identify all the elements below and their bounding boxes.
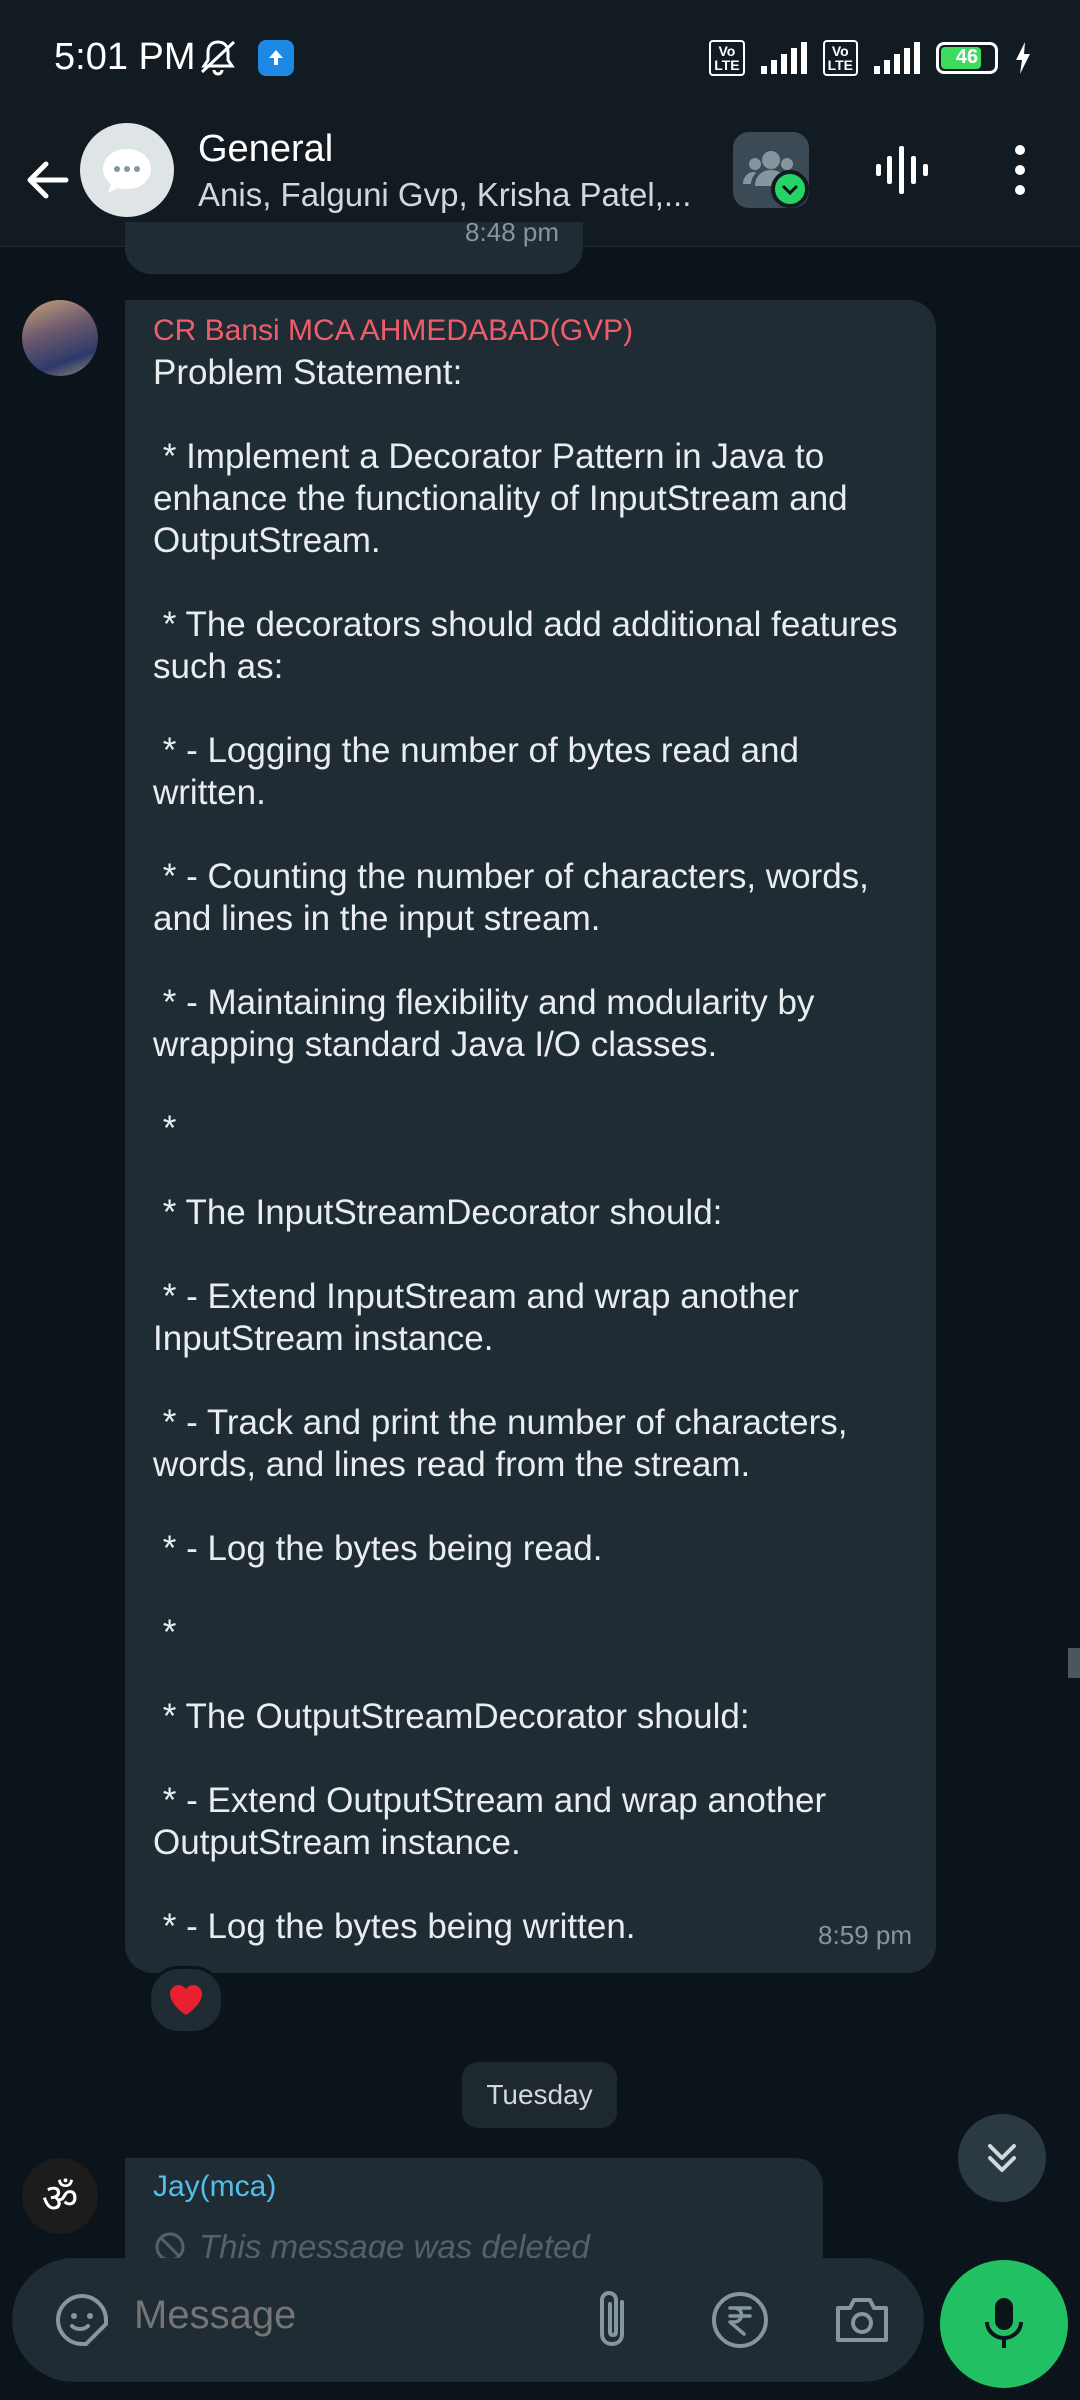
message-bubble[interactable]: CR Bansi MCA AHMEDABAD(GVP) Problem Stat… — [125, 300, 936, 1973]
scrollbar[interactable] — [1068, 1648, 1080, 1678]
chat-members[interactable]: Anis, Falguni Gvp, Krisha Patel,... — [198, 176, 698, 214]
upload-icon — [258, 40, 294, 76]
status-bar: 5:01 PM Vo LTE Vo LTE 46 — [0, 0, 1080, 120]
status-icons-right: Vo LTE Vo LTE 46 — [709, 40, 1032, 76]
message-text: Problem Statement: * Implement a Decorat… — [153, 353, 898, 1946]
double-chevron-down-icon — [988, 2144, 1016, 2172]
previous-message-bubble: 8:48 pm — [125, 222, 583, 274]
group-avatar[interactable] — [80, 123, 174, 217]
sender-name[interactable]: Jay(mca) — [153, 2170, 276, 2204]
sender-name[interactable]: CR Bansi MCA AHMEDABAD(GVP) — [153, 314, 908, 348]
message-time: 8:59 pm — [818, 1920, 912, 1950]
attachment-icon[interactable] — [582, 2286, 642, 2354]
message-bubble[interactable]: Jay(mca) This message was deleted — [125, 2158, 823, 2268]
message-time: 8:48 pm — [465, 222, 559, 247]
battery-level: 46 — [955, 46, 979, 68]
voice-record-button[interactable] — [940, 2260, 1068, 2388]
date-divider: Tuesday — [462, 2062, 617, 2128]
voice-chat-icon[interactable] — [872, 140, 932, 200]
chat-bubble-icon — [103, 149, 151, 193]
volte-icon: Vo LTE — [709, 40, 745, 76]
charging-icon — [1016, 42, 1030, 74]
back-arrow-icon[interactable] — [18, 150, 78, 210]
check-badge-icon — [771, 170, 809, 208]
signal-icon — [874, 42, 920, 74]
microphone-icon — [985, 2298, 1023, 2348]
heart-icon — [170, 1985, 202, 2015]
message-input[interactable] — [132, 2292, 576, 2339]
status-time: 5:01 PM — [54, 36, 196, 78]
status-icons-left — [196, 38, 294, 78]
sender-avatar[interactable]: ॐ — [22, 2158, 98, 2234]
message-composer — [12, 2258, 924, 2382]
sender-avatar[interactable] — [22, 300, 98, 376]
reaction-badge[interactable] — [148, 1966, 224, 2034]
scroll-to-bottom-button[interactable] — [958, 2114, 1046, 2202]
signal-icon — [760, 42, 807, 74]
more-options-icon[interactable] — [1000, 140, 1040, 200]
volte-icon: Vo LTE — [822, 40, 858, 76]
mute-icon — [200, 40, 236, 76]
chat-title[interactable]: General — [198, 128, 333, 171]
payment-rupee-icon[interactable] — [708, 2288, 772, 2352]
camera-icon[interactable] — [830, 2290, 894, 2350]
battery-icon: 46 — [936, 42, 998, 74]
sticker-icon[interactable] — [52, 2290, 112, 2350]
